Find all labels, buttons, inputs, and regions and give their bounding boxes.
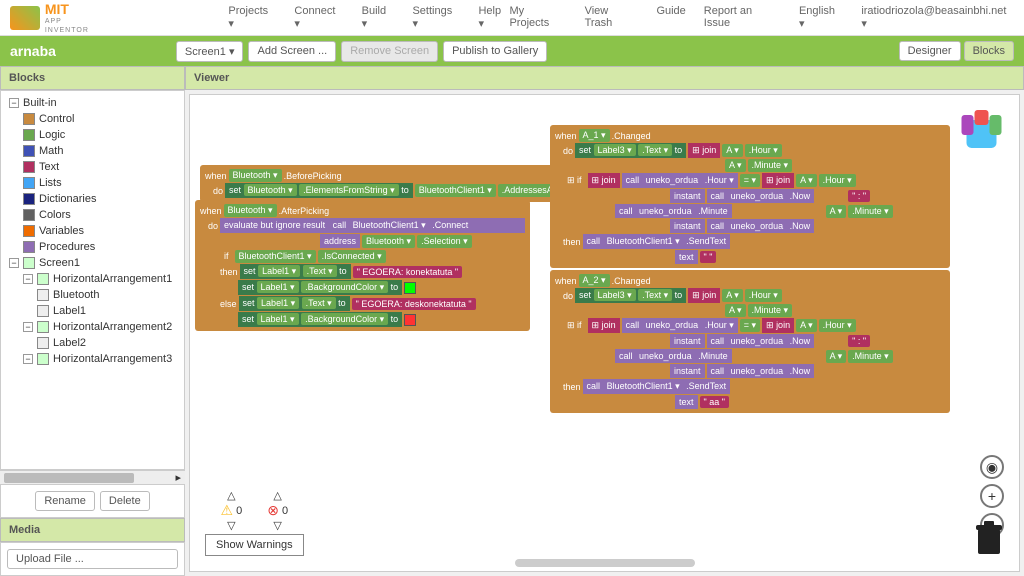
cat-math[interactable]: Math <box>19 143 180 159</box>
menu-help[interactable]: Help ▾ <box>478 5 509 30</box>
publish-button[interactable]: Publish to Gallery <box>443 41 547 62</box>
top-bar: MITAPP INVENTOR Projects ▾ Connect ▾ Bui… <box>0 0 1024 36</box>
screen-selector[interactable]: Screen1 ▾ <box>176 41 244 62</box>
media-panel-header: Media <box>0 518 185 542</box>
canvas-scrollbar[interactable] <box>290 559 919 569</box>
project-name: arnaba <box>10 43 56 59</box>
menu-projects[interactable]: Projects ▾ <box>228 5 276 30</box>
block-bluetooth-beforepicking[interactable]: whenBluetooth ▾.BeforePicking doset Blue… <box>200 165 607 202</box>
warnings-area: △⚠0▽ △⊗0▽ Show Warnings <box>205 489 304 556</box>
menu-build[interactable]: Build ▾ <box>362 5 395 30</box>
delete-button[interactable]: Delete <box>100 491 150 511</box>
cat-variables[interactable]: Variables <box>19 223 180 239</box>
collapse-icon[interactable]: − <box>9 98 19 108</box>
viewer-header: Viewer <box>185 66 1024 90</box>
link-report[interactable]: Report an Issue <box>704 5 781 30</box>
logo[interactable]: MITAPP INVENTOR <box>10 2 108 34</box>
cat-text[interactable]: Text <box>19 159 180 175</box>
blocks-panel-header: Blocks <box>0 66 185 90</box>
rename-button[interactable]: Rename <box>35 491 95 511</box>
logo-icon <box>10 6 40 30</box>
menu-account[interactable]: iratiodriozola@beasainbhi.net ▾ <box>861 5 1014 30</box>
trash-icon[interactable] <box>974 521 1004 556</box>
link-myprojects[interactable]: My Projects <box>509 5 566 30</box>
cat-dictionaries[interactable]: Dictionaries <box>19 191 180 207</box>
logo-sub: APP INVENTOR <box>45 18 89 34</box>
tree-builtin[interactable]: Built-in <box>23 97 57 109</box>
logo-brand: MIT <box>45 1 69 17</box>
warning-count: 0 <box>236 505 242 517</box>
tree-harr1[interactable]: HorizontalArrangement1 <box>53 273 172 285</box>
tree-label1[interactable]: Label1 <box>33 303 180 319</box>
tree-screen1[interactable]: Screen1 <box>39 257 80 269</box>
show-warnings-button[interactable]: Show Warnings <box>205 534 304 556</box>
top-right: My Projects View Trash Guide Report an I… <box>509 5 1014 30</box>
cat-procedures[interactable]: Procedures <box>19 239 180 255</box>
warning-icon: ⚠ <box>221 502 234 519</box>
block-a2-changed[interactable]: whenA_2 ▾.Changed doset Label3 ▾ .Text ▾… <box>550 270 950 413</box>
link-guide[interactable]: Guide <box>656 5 685 30</box>
block-bluetooth-afterpicking[interactable]: whenBluetooth ▾.AfterPicking doevaluate … <box>195 200 530 331</box>
tree-harr2[interactable]: HorizontalArrangement2 <box>53 321 172 333</box>
cat-control[interactable]: Control <box>19 111 180 127</box>
error-icon: ⊗ <box>267 502 279 519</box>
upload-file-button[interactable]: Upload File ... <box>7 549 178 569</box>
chevron-up-icon[interactable]: △ <box>227 489 235 502</box>
chevron-up-icon[interactable]: △ <box>273 489 281 502</box>
collapse-icon[interactable]: − <box>9 258 19 268</box>
chevron-down-icon[interactable]: ▽ <box>227 519 235 532</box>
menu-connect[interactable]: Connect ▾ <box>294 5 343 30</box>
blocks-canvas[interactable]: whenBluetooth ▾.BeforePicking doset Blue… <box>189 94 1020 572</box>
zoom-in-button[interactable]: + <box>980 484 1004 508</box>
blocks-tree[interactable]: −Built-in Control Logic Math Text Lists … <box>0 90 185 470</box>
cat-lists[interactable]: Lists <box>19 175 180 191</box>
menu-settings[interactable]: Settings ▾ <box>412 5 460 30</box>
add-screen-button[interactable]: Add Screen ... <box>248 41 336 62</box>
project-bar: arnaba Screen1 ▾ Add Screen ... Remove S… <box>0 36 1024 66</box>
top-menu: Projects ▾ Connect ▾ Build ▾ Settings ▾ … <box>228 5 509 30</box>
tree-scrollbar[interactable]: ▸ <box>0 470 185 484</box>
center-button[interactable]: ◉ <box>980 455 1004 479</box>
tree-bluetooth[interactable]: Bluetooth <box>33 287 180 303</box>
viewer-panel: Viewer whenBluetooth ▾.BeforePicking dos… <box>185 66 1024 576</box>
left-panel: Blocks −Built-in Control Logic Math Text… <box>0 66 185 576</box>
designer-tab[interactable]: Designer <box>899 41 961 61</box>
chevron-down-icon[interactable]: ▽ <box>273 519 281 532</box>
remove-screen-button[interactable]: Remove Screen <box>341 41 438 62</box>
backpack-icon[interactable] <box>954 105 1009 150</box>
tree-label2[interactable]: Label2 <box>33 335 180 351</box>
link-viewtrash[interactable]: View Trash <box>585 5 639 30</box>
cat-logic[interactable]: Logic <box>19 127 180 143</box>
block-a1-changed[interactable]: whenA_1 ▾.Changed doset Label3 ▾ .Text ▾… <box>550 125 950 268</box>
tree-harr3[interactable]: HorizontalArrangement3 <box>53 353 172 365</box>
cat-colors[interactable]: Colors <box>19 207 180 223</box>
menu-language[interactable]: English ▾ <box>799 5 843 30</box>
error-count: 0 <box>282 505 288 517</box>
blocks-tab[interactable]: Blocks <box>964 41 1014 61</box>
